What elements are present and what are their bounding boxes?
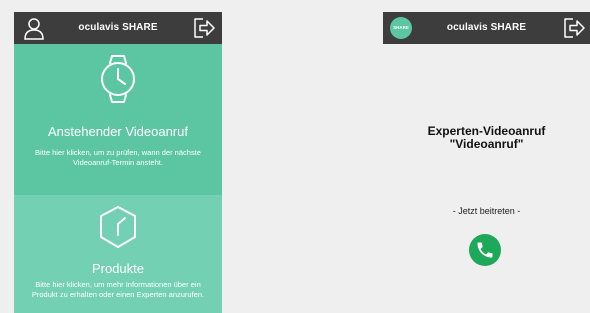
products-tile[interactable]: Produkte Bitte hier klicken, um mehr Inf…	[14, 195, 222, 313]
upcoming-videocall-tile[interactable]: Anstehender Videoanruf Bitte hier klicke…	[14, 44, 222, 195]
watch-icon	[96, 54, 140, 109]
videocall-title: Experten-Videoanruf "Videoanruf"	[383, 125, 590, 151]
phone-icon	[475, 240, 495, 260]
videocall-title-line2: "Videoanruf"	[449, 137, 524, 151]
join-call-button[interactable]	[469, 234, 501, 266]
app-title: oculavis SHARE	[446, 22, 527, 33]
app-header: SHARE oculavis SHARE	[383, 12, 590, 44]
app-title: oculavis SHARE	[78, 22, 158, 33]
products-description: Bitte hier klicken, um mehr Informatione…	[31, 280, 205, 299]
upcoming-videocall-description: Bitte hier klicken, um zu prüfen, wann d…	[35, 148, 201, 167]
logout-icon[interactable]	[562, 16, 586, 40]
right-phone-screen: SHARE oculavis SHARE Experten-Videoanruf…	[383, 12, 590, 313]
products-heading: Produkte	[91, 261, 145, 276]
videocall-panel	[383, 44, 590, 313]
upcoming-videocall-heading: Anstehender Videoanruf	[48, 124, 188, 139]
box-icon	[97, 204, 139, 255]
logout-icon[interactable]	[192, 16, 216, 40]
left-phone-screen: oculavis SHARE Anstehender Videoanruf Bi…	[14, 12, 222, 313]
join-now-text[interactable]: - Jetzt beitreten -	[383, 206, 590, 216]
app-header: oculavis SHARE	[14, 12, 222, 44]
